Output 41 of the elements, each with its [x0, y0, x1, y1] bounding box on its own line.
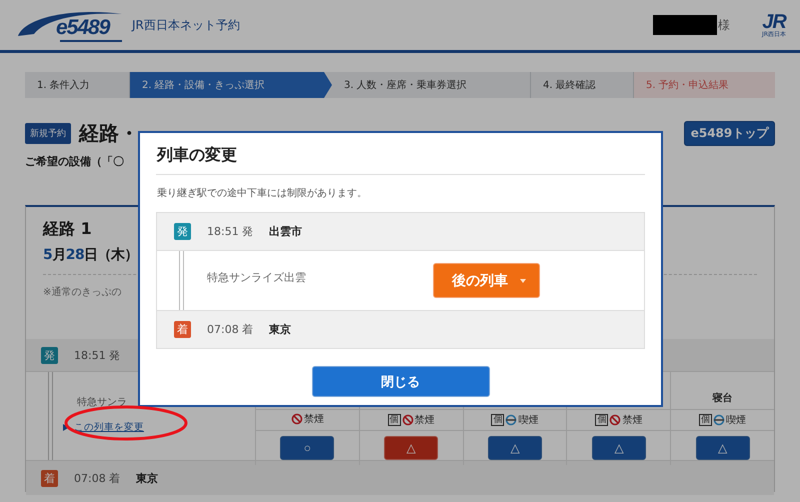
change-train-link[interactable]: この列車を変更 [74, 421, 144, 434]
arrival-badge: 着 [41, 470, 58, 486]
dialog-note: 乗り継ぎ駅での途中下車には制限があります。 [157, 186, 368, 200]
departure-badge: 発 [41, 346, 58, 364]
availability-button[interactable]: ○ [280, 436, 334, 460]
train-name: 特急サンライズ出雲 [207, 270, 307, 286]
redacted-name [653, 15, 718, 35]
page-title: 経路・ [79, 120, 139, 146]
dialog-title: 列車の変更 [156, 133, 645, 175]
departure-badge: 発 [174, 223, 191, 240]
arrival-time: 07:08 着 [207, 322, 254, 337]
route-title: 経路 1 [43, 219, 92, 240]
caret-icon [520, 278, 526, 282]
departure-time: 18:51 発 [207, 224, 254, 239]
close-button[interactable]: 閉じる [312, 366, 490, 397]
availability-button[interactable]: △ [488, 436, 542, 460]
availability-button[interactable]: △ [696, 436, 750, 460]
honorific: 様 [718, 16, 730, 34]
arrival-station: 東京 [269, 322, 292, 337]
departure-station: 出雲市 [269, 224, 302, 239]
ticket-note: ※通常のきっぷの [43, 286, 122, 299]
top-button[interactable]: e5489トップ [684, 120, 775, 146]
triangle-icon [63, 424, 69, 431]
arrival-station: 東京 [136, 470, 158, 486]
availability-button[interactable]: △ [592, 436, 646, 460]
arrival-time: 07:08 着 [74, 470, 120, 486]
site-name: JR西日本ネット予約 [132, 16, 240, 34]
later-train-dropdown[interactable]: 後の列車 [433, 263, 540, 298]
availability-button[interactable]: △ [384, 436, 438, 460]
train-name: 特急サンラ [77, 396, 127, 409]
seat-type-label: 禁煙 [290, 412, 324, 426]
facility-note: ご希望の設備（「〇 [25, 154, 124, 169]
seat-type-header: 寝台 [712, 393, 733, 404]
travel-date: 5月28日（木） [43, 246, 138, 264]
seat-type-label: 個 喫煙 [491, 413, 538, 427]
new-reservation-badge: 新規予約 [25, 122, 71, 144]
departure-time: 18:51 発 [74, 348, 120, 362]
seat-type-label: 個 喫煙 [699, 413, 746, 427]
seat-type-label: 個 禁煙 [388, 413, 435, 427]
arrival-badge: 着 [174, 321, 191, 338]
seat-type-label: 個 禁煙 [595, 413, 642, 427]
